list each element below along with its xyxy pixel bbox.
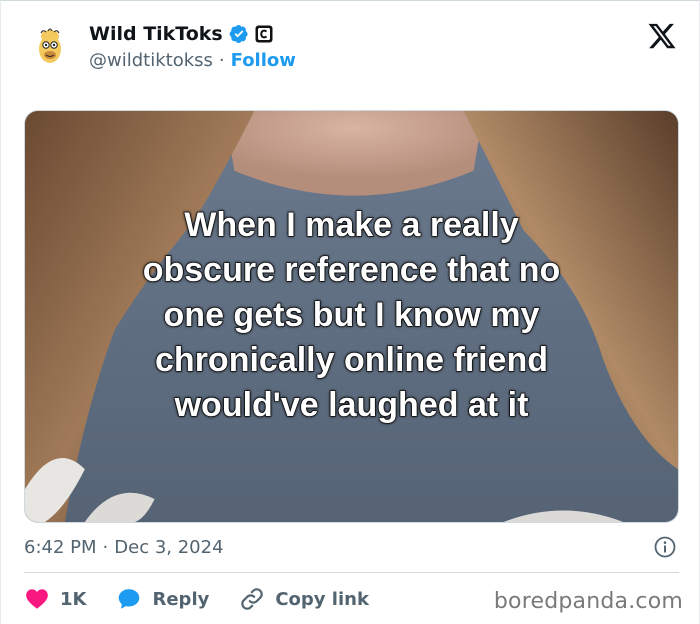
copy-link-label: Copy link [275, 588, 369, 610]
caption-line: would've laughed at it [174, 385, 529, 425]
tweet-media-image[interactable]: When I make a really obscure reference t… [24, 110, 679, 523]
display-name[interactable]: Wild TikToks [89, 23, 223, 45]
reply-button[interactable]: Reply [116, 586, 209, 612]
heart-icon [26, 589, 48, 609]
link-icon [241, 588, 264, 610]
like-button[interactable]: 1K [24, 586, 86, 612]
avatar[interactable] [29, 27, 71, 69]
separator-dot: · [218, 50, 225, 71]
caption-line: When I make a really [184, 205, 520, 245]
separator-dot: · [102, 536, 109, 558]
copy-link-button[interactable]: Copy link [239, 586, 369, 612]
reply-label: Reply [152, 588, 210, 610]
handle-row: @wildtiktokss · Follow [89, 50, 296, 71]
x-logo-icon[interactable] [647, 21, 677, 51]
action-bar: 1K Reply Copy link [24, 584, 399, 614]
verified-badge-icon [229, 25, 248, 43]
caption-line: one gets but I know my [163, 295, 540, 335]
video-caption: When I make a really obscure reference t… [25, 203, 678, 428]
follow-button[interactable]: Follow [231, 50, 296, 71]
caption-line: chronically online friend [154, 340, 548, 380]
divider [24, 572, 679, 573]
timestamp-row[interactable]: 6:42 PM · Dec 3, 2024 [24, 534, 679, 560]
tweet-header: Wild TikToks @wildtiktokss · Follow [25, 19, 681, 79]
handle[interactable]: @wildtiktokss [89, 50, 213, 71]
watermark: boredpanda.com [493, 589, 683, 614]
affiliate-badge-icon [255, 25, 273, 43]
reply-bubble-icon [119, 589, 140, 609]
name-row: Wild TikToks [89, 23, 273, 45]
caption-line: obscure reference that no [142, 250, 561, 290]
info-icon[interactable] [653, 535, 677, 559]
post-time[interactable]: 6:42 PM [24, 537, 97, 558]
like-count: 1K [60, 588, 87, 610]
post-date[interactable]: Dec 3, 2024 [114, 537, 223, 558]
tweet-embed-card: Wild TikToks @wildtiktokss · Follow When… [0, 0, 700, 624]
